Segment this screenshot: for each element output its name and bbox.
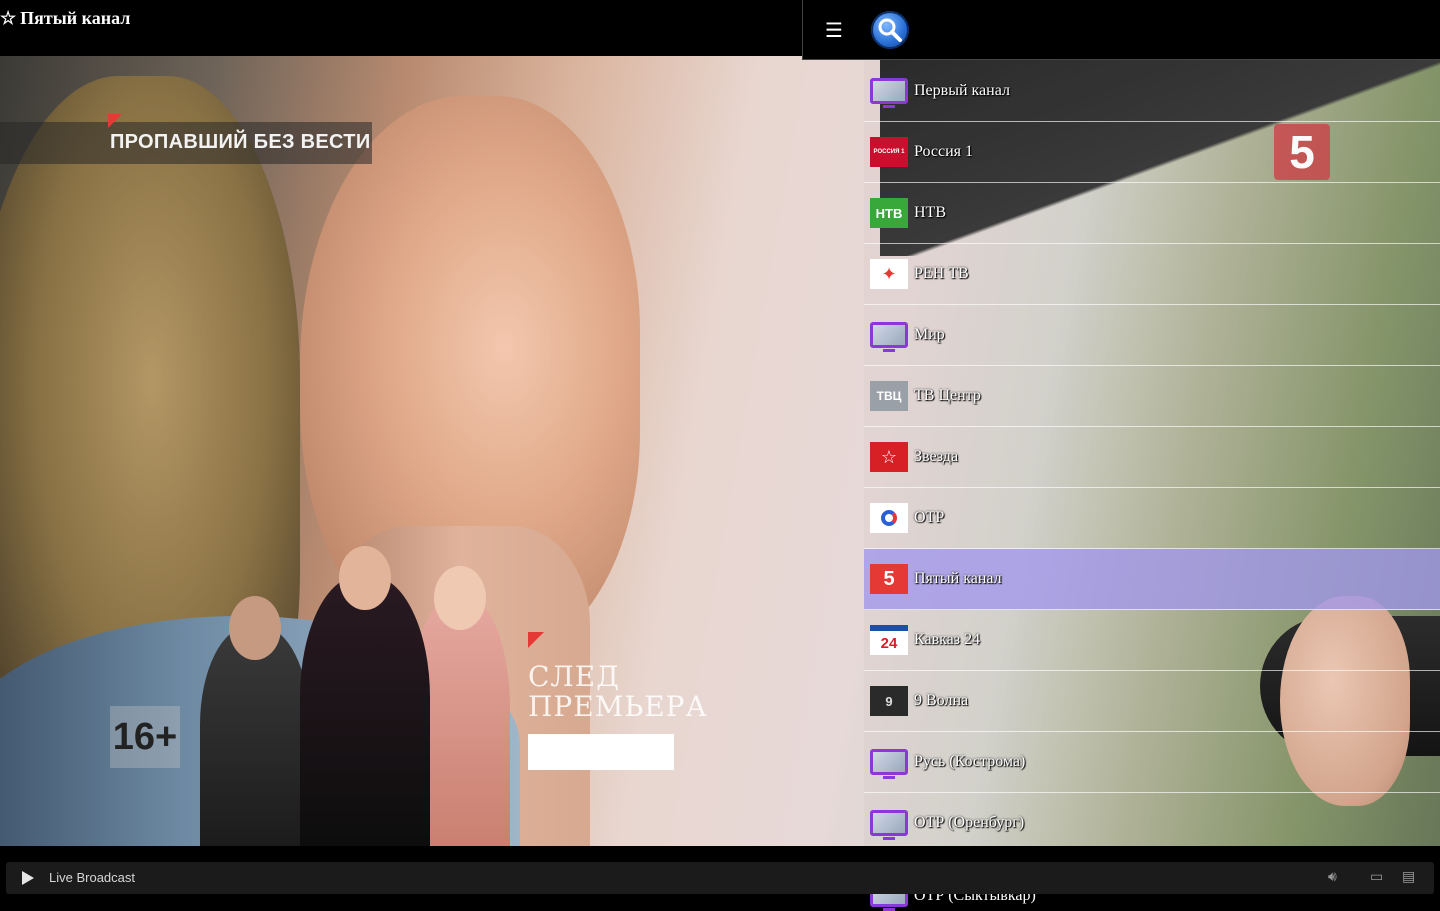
- cast-person: [300, 546, 430, 846]
- next-box: [528, 734, 674, 770]
- channel-item-tv-centr[interactable]: ТВЦ ТВ Центр: [864, 366, 1440, 427]
- tv-icon: [870, 749, 908, 779]
- live-status: Live Broadcast: [49, 870, 135, 885]
- cast-group: [180, 546, 510, 846]
- channel-name: НТВ: [914, 204, 946, 221]
- channel-name: РЕН ТВ: [914, 265, 969, 282]
- channel-item-rossiya1[interactable]: РОССИЯ 1 Россия 1: [864, 122, 1440, 183]
- channel-item-mir[interactable]: Мир: [864, 305, 1440, 366]
- channel-item-zvezda[interactable]: ☆ Звезда: [864, 427, 1440, 488]
- channel-item-rus-kostroma[interactable]: Русь (Кострома): [864, 732, 1440, 793]
- channel-name: Звезда: [914, 448, 959, 465]
- russia1-logo-icon: РОССИЯ 1: [870, 137, 908, 167]
- channel-name: Пятый канал: [914, 570, 1002, 587]
- play-icon[interactable]: [22, 871, 34, 885]
- channel-item-perviy[interactable]: Первый канал: [864, 61, 1440, 122]
- tvc-logo-icon: ТВЦ: [870, 381, 908, 411]
- tv-icon: [870, 810, 908, 840]
- promo-mark-icon: [108, 114, 122, 128]
- channel-name: ТВ Центр: [914, 387, 981, 404]
- volume-icon[interactable]: 🔊︎: [1328, 869, 1337, 885]
- channel-name: Россия 1: [914, 143, 974, 160]
- channel-item-ren-tv[interactable]: ✦ РЕН ТВ: [864, 244, 1440, 305]
- search-icon: [878, 18, 902, 42]
- captions-icon[interactable]: ▤: [1402, 869, 1415, 885]
- promo-text: ПРОПАВШИЙ БЕЗ ВЕСТИ: [110, 131, 371, 153]
- airplay-icon[interactable]: ▭: [1370, 869, 1383, 885]
- channel-item-otr-orenburg[interactable]: ОТР (Оренбург): [864, 793, 1440, 853]
- channel-item-otr[interactable]: ОТР: [864, 488, 1440, 549]
- next-line-1: СЛЕД: [528, 660, 620, 693]
- zvezda-logo-icon: ☆: [870, 442, 908, 472]
- channel-name: Первый канал: [914, 82, 1010, 99]
- channel-item-ntv[interactable]: НТВ НТВ: [864, 183, 1440, 244]
- five-logo-icon: 5: [870, 564, 908, 594]
- channel-name: ОТР (Оренбург): [914, 814, 1025, 831]
- page-title: Пятый канал: [20, 8, 131, 28]
- channel-name: Русь (Кострома): [914, 753, 1026, 770]
- tv-icon: [870, 78, 908, 108]
- kavkaz24-logo-icon: 24: [870, 625, 908, 655]
- channel-name: Мир: [914, 326, 945, 343]
- ntv-logo-icon: НТВ: [870, 198, 908, 228]
- channel-item-pyatiy-kanal[interactable]: 5 Пятый канал: [864, 549, 1440, 610]
- list-divider: [864, 853, 1440, 861]
- player-controls: Live Broadcast 🔊︎ ▭ ▤: [6, 862, 1434, 894]
- channel-list: Первый канал РОССИЯ 1 Россия 1 НТВ НТВ ✦…: [864, 61, 1440, 911]
- otr-logo-icon: [870, 503, 908, 533]
- volna9-logo-icon: 9: [870, 686, 908, 716]
- next-mark-icon: [528, 632, 544, 648]
- channel-name: ОТР: [914, 509, 945, 526]
- next-announcement: СЛЕД ПРЕМЬЕРА: [528, 662, 708, 722]
- hamburger-icon[interactable]: ☰: [825, 18, 843, 42]
- channel-item-9-volna[interactable]: 9 9 Волна: [864, 671, 1440, 732]
- channel-name: Кавказ 24: [914, 631, 981, 648]
- star-outline-icon[interactable]: ☆: [0, 8, 16, 29]
- channel-name: 9 Волна: [914, 692, 969, 709]
- channel-item-kavkaz24[interactable]: 24 Кавказ 24: [864, 610, 1440, 671]
- page-title-group: ☆ Пятый канал: [0, 8, 130, 29]
- cast-person: [200, 596, 310, 846]
- menu-panel: ☰: [802, 0, 1440, 60]
- next-line-2: ПРЕМЬЕРА: [528, 690, 708, 723]
- ren-tv-logo-icon: ✦: [870, 259, 908, 289]
- search-button[interactable]: [871, 11, 909, 49]
- age-rating-badge: 16+: [110, 706, 180, 768]
- tv-icon: [870, 322, 908, 352]
